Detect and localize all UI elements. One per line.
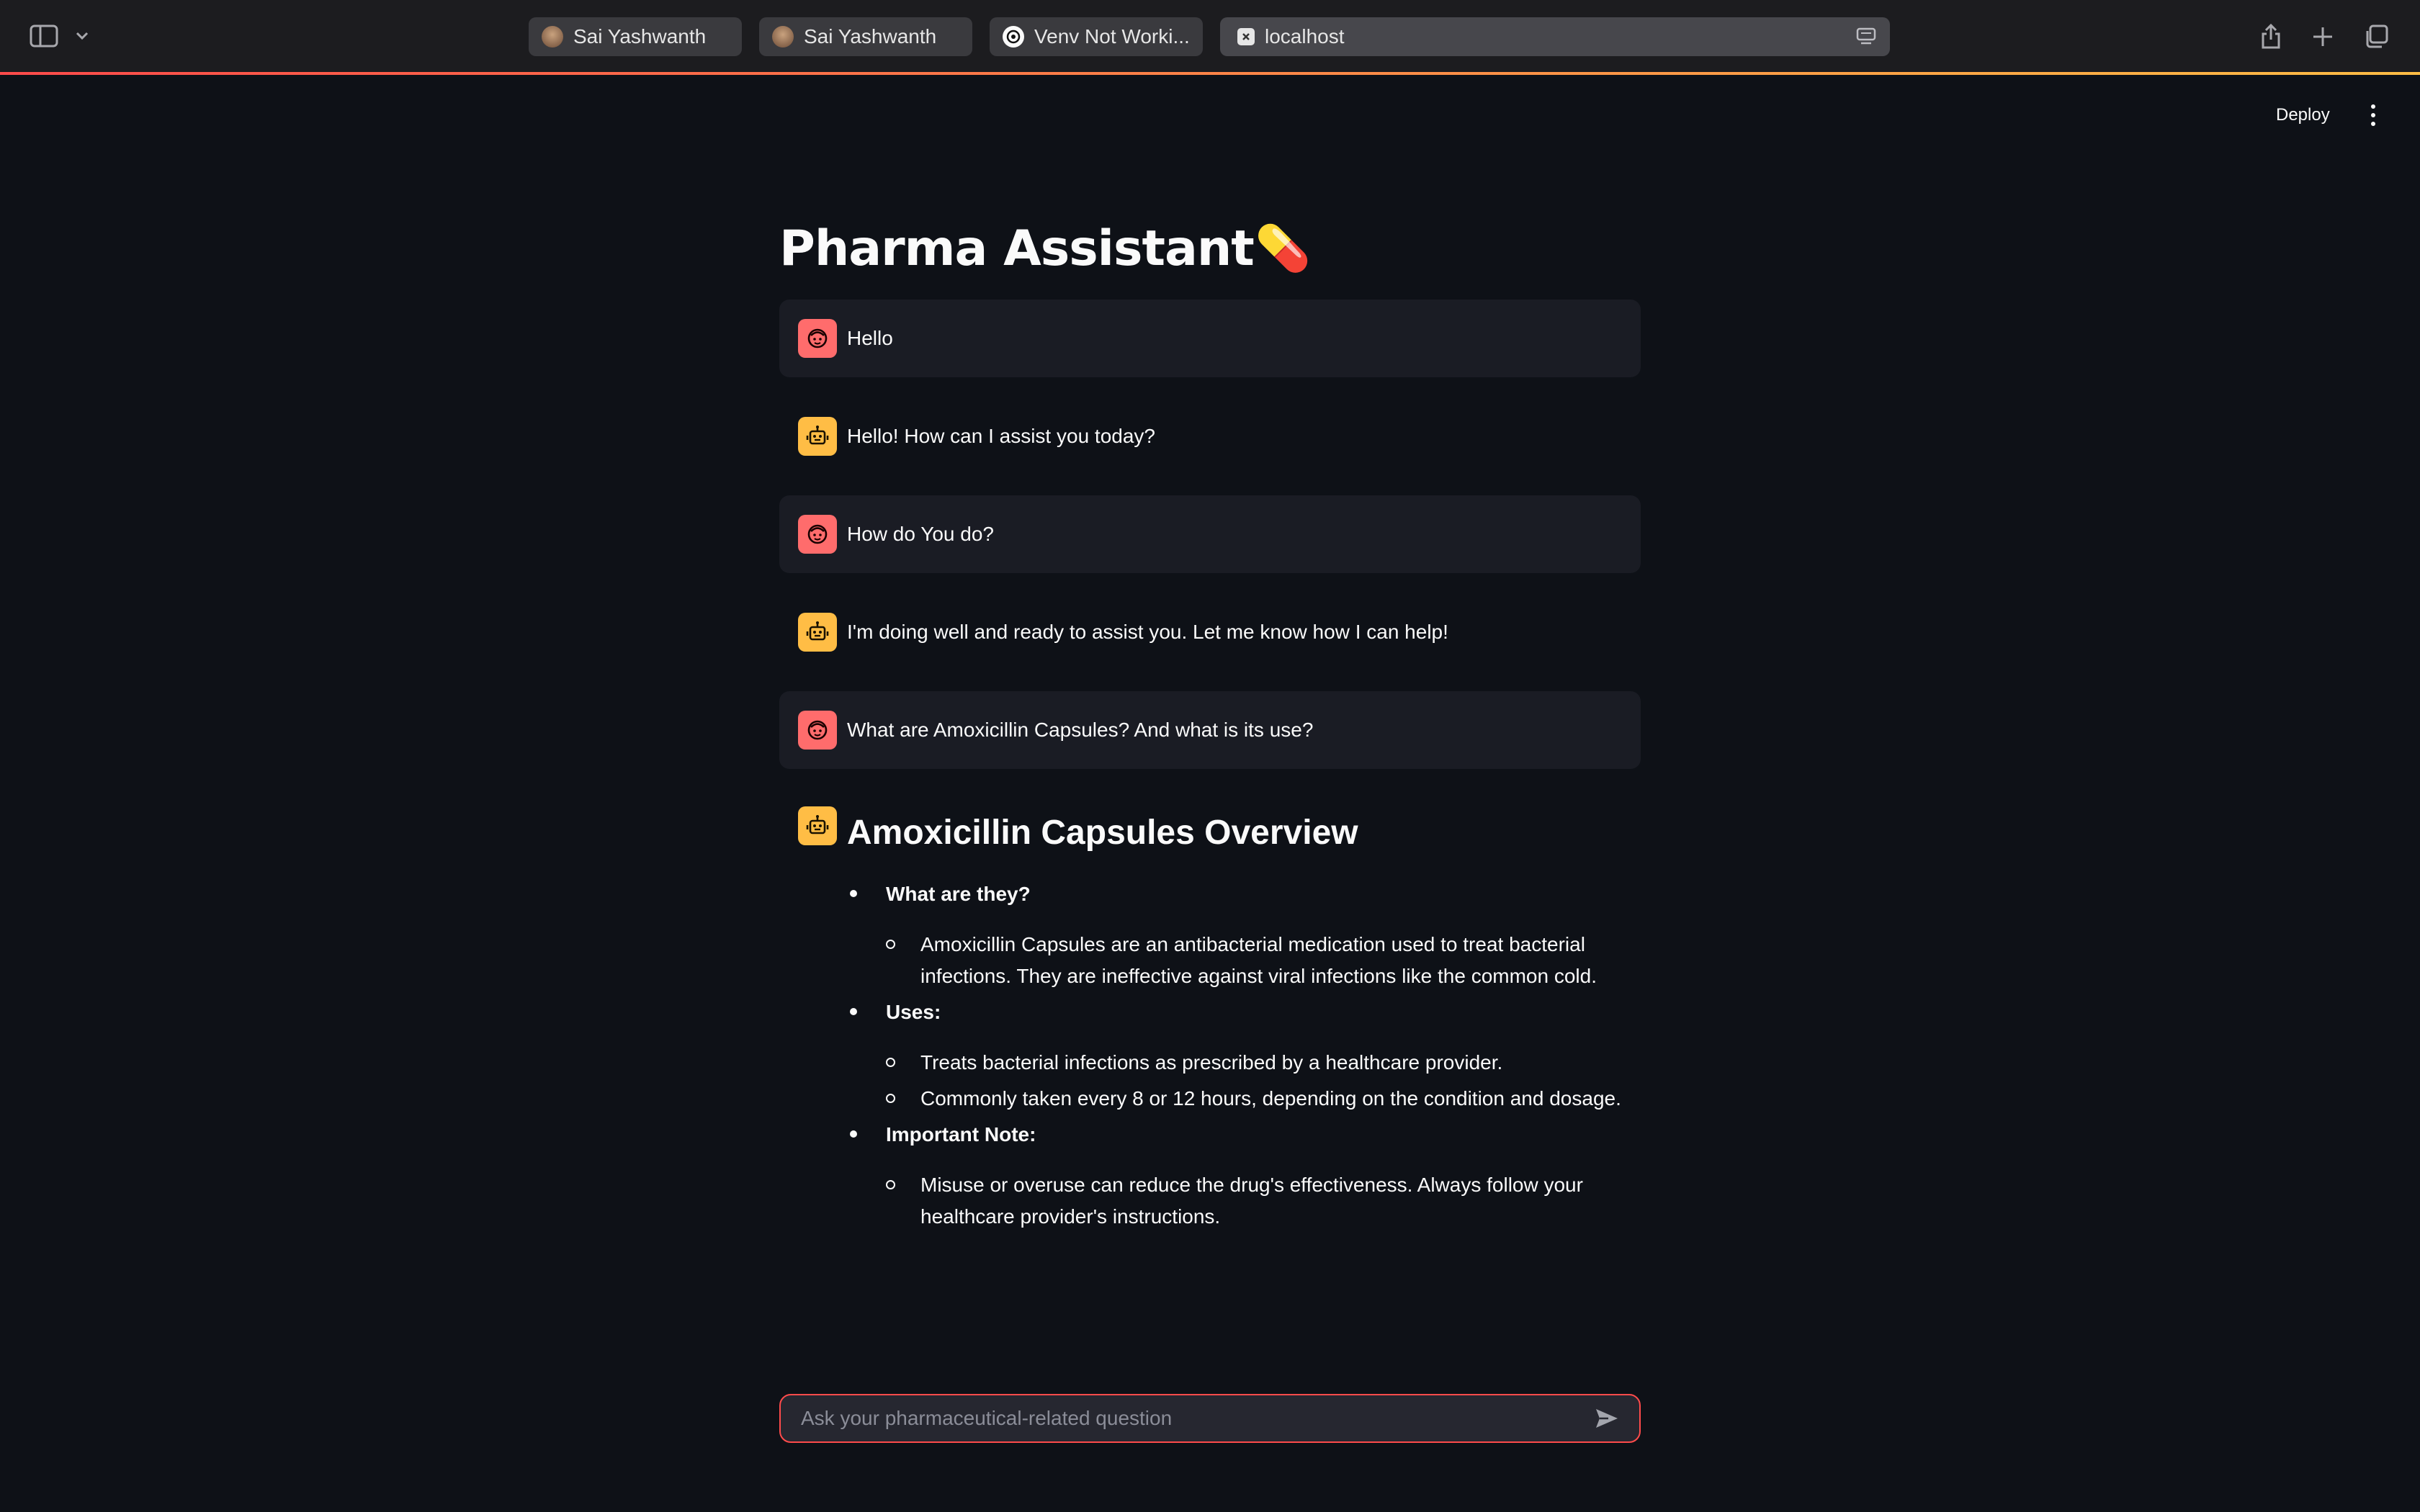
streamlit-decoration-bar <box>0 72 2420 75</box>
new-tab-button[interactable] <box>2308 22 2338 52</box>
openai-favicon-icon <box>1003 26 1024 48</box>
robot-icon <box>806 815 829 834</box>
dot <box>2371 122 2375 126</box>
send-icon <box>1596 1409 1618 1428</box>
assistant-avatar <box>798 417 837 456</box>
dot <box>2371 113 2375 117</box>
pill-emoji: 💊 <box>1255 222 1311 274</box>
tab-label: Venv Not Worki... <box>1034 25 1190 48</box>
sub-list: Amoxicillin Capsules are an antibacteria… <box>886 929 1635 992</box>
list-item: What are they? Amoxicillin Capsules are … <box>850 878 1635 992</box>
assistant-avatar <box>798 806 837 845</box>
plus-icon <box>2313 27 2332 46</box>
chat-message-user: Hello <box>779 300 1641 377</box>
user-avatar <box>798 711 837 750</box>
reader-mode-icon[interactable] <box>1855 27 1877 47</box>
page-title-text: Pharma Assistant <box>779 220 1255 277</box>
browser-tab-4[interactable]: localhost <box>1220 17 1890 56</box>
chat-input[interactable] <box>799 1406 1589 1431</box>
tab-overview-button[interactable] <box>2361 22 2391 52</box>
section-label: What are they? <box>886 883 1031 905</box>
main-menu-button[interactable] <box>2362 101 2384 130</box>
chat-message-assistant-answer: Amoxicillin Capsules Overview What are t… <box>798 806 1641 1228</box>
message-text: What are Amoxicillin Capsules? And what … <box>847 719 1314 741</box>
sub-list-item: Treats bacterial infections as prescribe… <box>886 1047 1635 1079</box>
chat-message-user: How do You do? <box>779 495 1641 573</box>
share-button[interactable] <box>2256 19 2286 53</box>
send-button[interactable] <box>1589 1400 1625 1436</box>
user-avatar <box>798 515 837 554</box>
deploy-button[interactable]: Deploy <box>2276 105 2330 125</box>
chevron-down-icon <box>76 32 89 40</box>
main-block: Pharma Assistant 💊 <box>779 209 1641 288</box>
user-face-icon <box>807 524 828 544</box>
sub-list-item: Misuse or overuse can reduce the drug's … <box>886 1169 1635 1233</box>
close-favicon-icon <box>1237 28 1255 45</box>
section-label: Uses: <box>886 1001 941 1023</box>
tabs-overview-icon <box>2366 24 2388 48</box>
sub-list-item: Amoxicillin Capsules are an antibacteria… <box>886 929 1635 992</box>
browser-tab-2[interactable]: Sai Yashwanth <box>759 17 972 56</box>
user-face-icon <box>807 328 828 348</box>
page-title: Pharma Assistant 💊 <box>779 209 1641 288</box>
dot <box>2371 104 2375 109</box>
message-text: Hello <box>847 327 893 349</box>
tab-group-dropdown-button[interactable] <box>71 24 94 48</box>
chat-message-assistant: Hello! How can I assist you today? <box>779 397 1641 475</box>
chat-input-box <box>779 1394 1641 1443</box>
robot-icon <box>806 426 829 445</box>
chat-message-assistant: I'm doing well and ready to assist you. … <box>779 593 1641 671</box>
tab-label: Sai Yashwanth <box>573 25 707 48</box>
message-text: I'm doing well and ready to assist you. … <box>847 621 1448 643</box>
tab-label: localhost <box>1265 25 1345 48</box>
user-avatar <box>798 319 837 358</box>
browser-tab-1[interactable]: Sai Yashwanth <box>529 17 742 56</box>
sub-list: Misuse or overuse can reduce the drug's … <box>886 1169 1635 1233</box>
browser-toolbar: Sai Yashwanth Sai Yashwanth Venv Not Wor… <box>0 0 2420 72</box>
avatar-favicon-icon <box>772 26 794 48</box>
sub-list-item: Commonly taken every 8 or 12 hours, depe… <box>886 1083 1635 1115</box>
assistant-avatar <box>798 613 837 652</box>
message-text: Hello! How can I assist you today? <box>847 425 1155 447</box>
chat-message-user: What are Amoxicillin Capsules? And what … <box>779 691 1641 769</box>
list-item: Uses: Treats bacterial infections as pre… <box>850 996 1635 1115</box>
avatar-favicon-icon <box>542 26 563 48</box>
message-text: How do You do? <box>847 523 994 545</box>
tab-label: Sai Yashwanth <box>804 25 937 48</box>
user-face-icon <box>807 720 828 740</box>
answer-heading: Amoxicillin Capsules Overview <box>847 814 1358 852</box>
browser-tab-3[interactable]: Venv Not Worki... <box>990 17 1203 56</box>
sidebar-toggle-button[interactable] <box>27 23 60 49</box>
list-item: Important Note: Misuse or overuse can re… <box>850 1119 1635 1233</box>
section-label: Important Note: <box>886 1123 1036 1146</box>
sidebar-icon <box>30 24 58 48</box>
robot-icon <box>806 621 829 641</box>
sub-list: Treats bacterial infections as prescribe… <box>886 1047 1635 1115</box>
answer-list: What are they? Amoxicillin Capsules are … <box>850 878 1635 1237</box>
share-icon <box>2262 23 2280 49</box>
